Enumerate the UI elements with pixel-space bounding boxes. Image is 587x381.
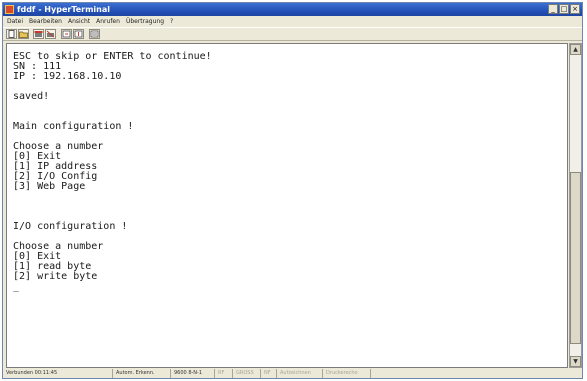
toolbar: [3, 27, 582, 41]
menu-ansicht[interactable]: Ansicht: [68, 16, 90, 27]
window-controls: _ □ ×: [548, 4, 580, 14]
terminal-line: [0] Exit: [13, 251, 62, 262]
terminal-output[interactable]: ESC to skip or ENTER to continue! SN : 11…: [6, 43, 568, 368]
minimize-button[interactable]: _: [548, 4, 558, 14]
terminal-line: Choose a number: [13, 241, 104, 252]
status-caps-lock: GROSS: [233, 369, 261, 378]
menu-bar: Datei Bearbeiten Ansicht Anrufen Übertra…: [3, 16, 582, 27]
hyperterminal-app-icon[interactable]: [5, 5, 14, 14]
receive-icon: [74, 30, 83, 38]
status-num-lock: NF: [261, 369, 277, 378]
disconnect-button[interactable]: [45, 29, 56, 39]
open-button[interactable]: [18, 29, 29, 39]
terminal-line: [2] I/O Config: [13, 171, 98, 182]
close-button[interactable]: ×: [570, 4, 580, 14]
phone-icon: [34, 31, 43, 37]
menu-uebertragung[interactable]: Übertragung: [126, 16, 164, 27]
menu-help[interactable]: ?: [170, 16, 173, 27]
status-print-echo: Druckerecho: [323, 369, 371, 378]
status-scroll-lock: RF: [215, 369, 233, 378]
scroll-down-button[interactable]: ▼: [570, 356, 581, 367]
scroll-thumb[interactable]: [570, 172, 581, 344]
terminal-line: Main configuration !: [13, 121, 134, 132]
send-icon: [62, 30, 71, 38]
hyperterminal-window: fddf - HyperTerminal _ □ × Datei Bearbei…: [2, 2, 583, 379]
status-bar: Verbunden 00:11:45 Autom. Erkenn. 9600 8…: [3, 369, 582, 378]
menu-datei[interactable]: Datei: [7, 16, 23, 27]
terminal-text: ESC to skip or ENTER to continue! SN : 11…: [7, 44, 567, 292]
scroll-up-button[interactable]: ▲: [570, 44, 581, 55]
terminal-line: [2] write byte: [13, 271, 98, 282]
menu-bearbeiten[interactable]: Bearbeiten: [29, 16, 62, 27]
terminal-line: Choose a number: [13, 141, 104, 152]
receive-button[interactable]: [73, 29, 84, 39]
call-button[interactable]: [33, 29, 44, 39]
new-connection-button[interactable]: [6, 29, 17, 39]
new-document-icon: [8, 30, 15, 38]
maximize-button[interactable]: □: [559, 4, 569, 14]
properties-icon: [90, 30, 99, 38]
terminal-line: ESC to skip or ENTER to continue!: [13, 51, 212, 62]
send-button[interactable]: [61, 29, 72, 39]
open-folder-icon: [19, 31, 28, 38]
terminal-line: [3] Web Page: [13, 181, 86, 192]
disconnect-icon: [46, 30, 55, 38]
terminal-line: I/O configuration !: [13, 221, 128, 232]
terminal-line: saved!: [13, 91, 50, 102]
title-bar[interactable]: fddf - HyperTerminal _ □ ×: [3, 3, 582, 16]
menu-anrufen[interactable]: Anrufen: [96, 16, 120, 27]
status-connected-time: Verbunden 00:11:45: [3, 369, 113, 378]
status-port-settings: 9600 8-N-1: [171, 369, 215, 378]
window-title: fddf - HyperTerminal: [17, 5, 110, 14]
status-capture: Aufzeichnen: [277, 369, 323, 378]
terminal-line: IP : 192.168.10.10: [13, 71, 122, 82]
status-detect: Autom. Erkenn.: [113, 369, 171, 378]
vertical-scrollbar[interactable]: ▲ ▼: [569, 43, 582, 368]
terminal-cursor: _: [13, 281, 20, 292]
properties-button[interactable]: [89, 29, 100, 39]
